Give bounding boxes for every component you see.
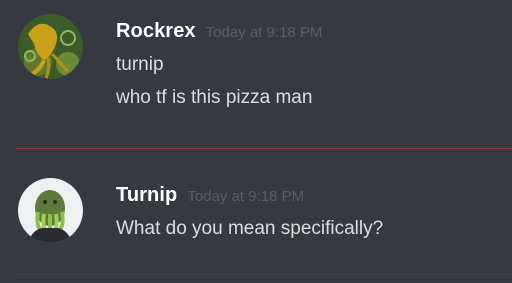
user-avatar[interactable] (18, 178, 83, 243)
new-messages-divider (16, 148, 512, 149)
squid-avatar-icon (18, 14, 83, 79)
timestamp: Today at 9:18 PM (205, 24, 323, 41)
message-text: What do you mean specifically? (116, 218, 384, 239)
tentacle-face-avatar-icon (18, 178, 83, 243)
message-content: Rockrex Today at 9:18 PM turnip who tf i… (116, 20, 502, 114)
message-text: turnip (116, 54, 164, 75)
username[interactable]: Rockrex (116, 20, 196, 43)
message-content: Turnip Today at 9:18 PM What do you mean… (116, 184, 502, 245)
message-text: who tf is this pizza man (116, 87, 313, 108)
chat-message-list: Rockrex Today at 9:18 PM turnip who tf i… (0, 0, 512, 283)
message-divider (16, 274, 512, 275)
user-avatar[interactable] (18, 14, 83, 79)
timestamp: Today at 9:18 PM (187, 188, 305, 205)
message-header: Rockrex Today at 9:18 PM (116, 20, 502, 48)
username[interactable]: Turnip (116, 184, 177, 207)
message-header: Turnip Today at 9:18 PM (116, 184, 502, 212)
